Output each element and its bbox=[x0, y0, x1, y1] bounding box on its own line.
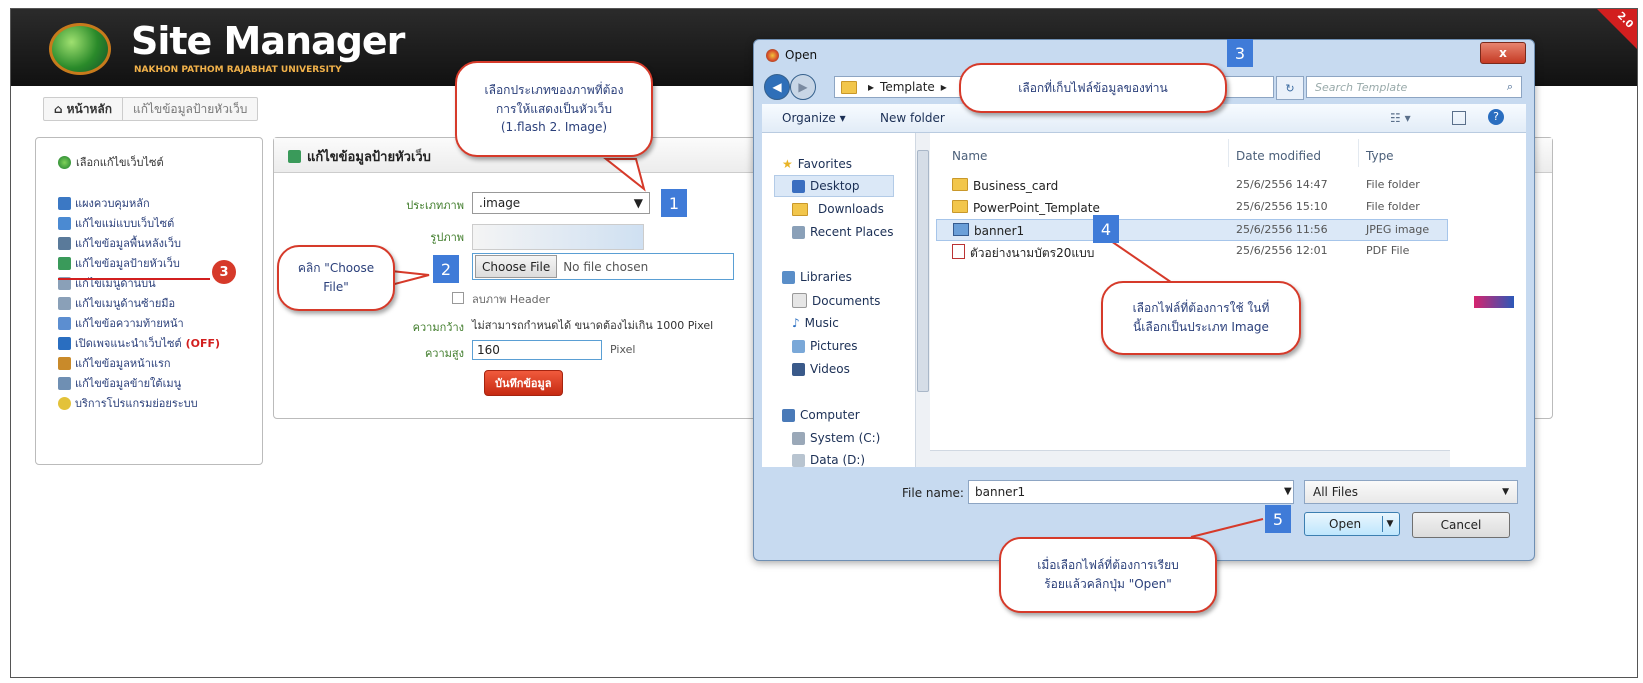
screenshot-frame: Site Manager NAKHON PATHOM RAJABHAT UNIV… bbox=[10, 8, 1638, 678]
callout-text: (1.flash 2. Image) bbox=[500, 120, 608, 135]
callout-1-tail bbox=[603, 158, 646, 192]
step-5-marker: 5 bbox=[1265, 505, 1291, 533]
step-2-marker: 2 bbox=[433, 255, 459, 283]
callout-text: นี้เลือกเป็นประเภท Image bbox=[1133, 320, 1269, 334]
step-3-marker: 3 bbox=[1227, 39, 1253, 67]
callout-1: เลือกประเภทของภาพที่ต้อง การให้แสดงเป็นห… bbox=[455, 61, 653, 157]
callout-text: คลิก "Choose bbox=[297, 261, 375, 276]
callout-text: เมื่อเลือกไฟล์ที่ต้องการเรียบ bbox=[1037, 558, 1179, 573]
callout-3: เลือกที่เก็บไฟล์ข้อมูลของท่าน bbox=[959, 63, 1227, 113]
callout-2: คลิก "Choose File" bbox=[277, 245, 395, 311]
callout-text: File" bbox=[323, 280, 349, 294]
step-1-marker: 1 bbox=[661, 189, 687, 217]
callout-2-tail bbox=[390, 269, 430, 287]
callout-5-pointer bbox=[1190, 518, 1264, 538]
callout-5: เมื่อเลือกไฟล์ที่ต้องการเรียบ ร้อยแล้วคล… bbox=[999, 537, 1217, 613]
callout-text: เลือกไฟล์ที่ต้องการใช้ ในที่ bbox=[1132, 301, 1270, 316]
callout-4: เลือกไฟล์ที่ต้องการใช้ ในที่ นี้เลือกเป็… bbox=[1101, 281, 1301, 355]
callout-text: ร้อยแล้วคลิกปุ่ม "Open" bbox=[1044, 577, 1172, 591]
callout-text: เลือกประเภทของภาพที่ต้อง bbox=[484, 83, 624, 98]
callout-text: เลือกที่เก็บไฟล์ข้อมูลของท่าน bbox=[1018, 80, 1168, 95]
callout-connectors bbox=[390, 158, 1264, 538]
step-4-marker: 4 bbox=[1093, 215, 1119, 243]
callout-text: การให้แสดงเป็นหัวเว็บ bbox=[496, 101, 612, 116]
